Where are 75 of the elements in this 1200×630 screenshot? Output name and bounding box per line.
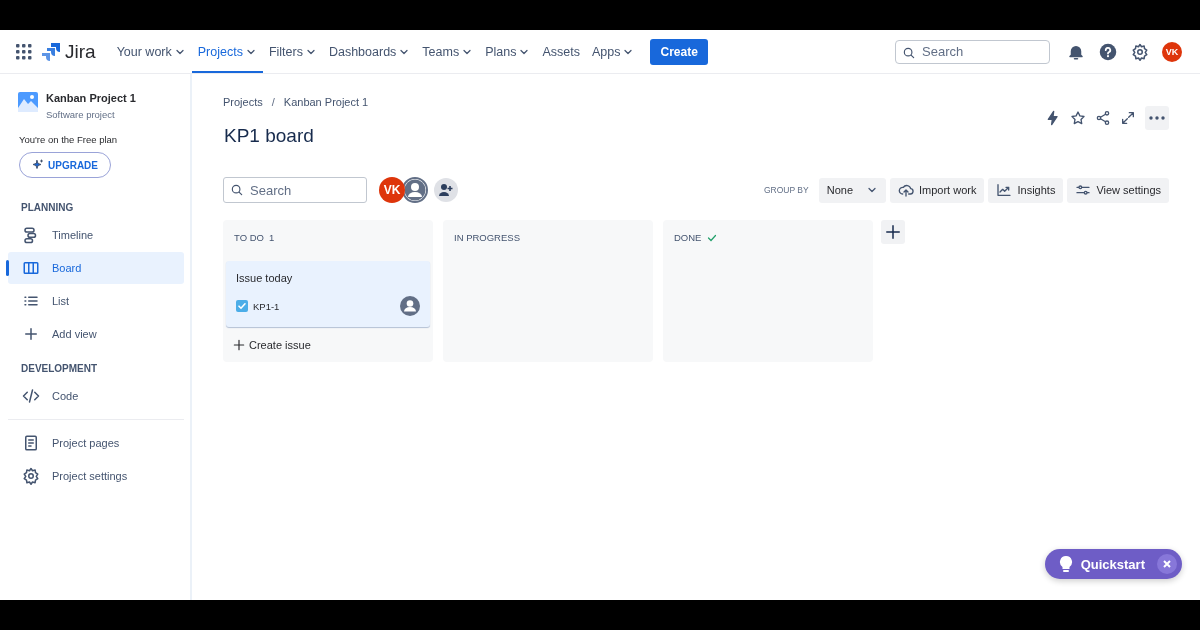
settings-icon [1131, 42, 1149, 61]
breadcrumb-link[interactable]: Projects [223, 96, 263, 108]
add-person-icon[interactable] [434, 178, 458, 202]
plus-icon [232, 338, 246, 352]
sidebar-item[interactable]: Code [8, 380, 184, 412]
help-icon[interactable] [1099, 42, 1117, 61]
code-icon [22, 387, 40, 405]
cloud-upload-icon [898, 182, 914, 198]
lightbulb-icon [1058, 556, 1073, 572]
group-by-dropdown[interactable]: None [818, 177, 886, 203]
project-type: Software project [46, 109, 116, 120]
section-heading: PLANNING [21, 202, 74, 213]
toolbar-button[interactable]: Import work [890, 177, 985, 203]
page-title: KP1 board [224, 125, 315, 147]
group-by-label: GROUP BY [764, 185, 809, 195]
create-issue-button[interactable]: Create issue [232, 338, 311, 352]
nav-menu-item[interactable]: Dashboards [322, 30, 417, 73]
sidebar-item[interactable]: Board [8, 252, 184, 284]
issue-card[interactable]: Issue today KP1-1 [226, 261, 430, 327]
sparkle-icon [32, 159, 44, 171]
app-switcher-icon[interactable] [16, 43, 32, 60]
nav-menu-item[interactable]: Filters [262, 30, 323, 73]
issue-title: Issue today [236, 272, 294, 284]
share-icon [1095, 110, 1111, 126]
column-title: TO DO [234, 232, 264, 243]
line-chart-icon [996, 182, 1013, 198]
sidebar-item[interactable]: Add view [8, 318, 184, 350]
user-avatar[interactable]: VK [379, 177, 405, 203]
project-avatar-icon [18, 92, 38, 112]
user-avatar[interactable]: VK [1162, 41, 1182, 62]
column-title: IN PROGRESS [454, 232, 520, 243]
nav-menu-item[interactable]: Apps [585, 30, 641, 73]
plus-icon [884, 223, 902, 241]
board-icon [22, 259, 40, 277]
person-avatar-icon[interactable] [400, 296, 420, 316]
project-name: Kanban Project 1 [46, 92, 136, 104]
search-field[interactable]: Search [895, 39, 1050, 64]
person-avatar-icon[interactable] [402, 177, 428, 203]
expand-icon [1120, 110, 1136, 126]
lightning-icon [1045, 110, 1061, 126]
issue-count: 1 [268, 232, 275, 243]
plus-icon [22, 325, 40, 343]
sidebar-item[interactable]: Timeline [8, 219, 184, 251]
nav-menu-item[interactable]: Plans [479, 30, 537, 73]
sliders-icon [1075, 182, 1092, 198]
toolbar-button[interactable]: Insights [988, 177, 1064, 203]
breadcrumb-separator: / [271, 96, 275, 108]
nav-menu-item[interactable]: Your work [110, 30, 192, 73]
sidebar-item[interactable]: Project pages [8, 427, 184, 459]
task-type-icon [236, 300, 248, 312]
search-icon [230, 183, 244, 197]
nav-menu-item[interactable]: Projects [191, 30, 263, 73]
sidebar-item[interactable]: List [8, 285, 184, 317]
star-icon [1070, 110, 1086, 126]
nav-menu-item[interactable]: Teams [416, 30, 480, 73]
column-title: DONE [674, 232, 702, 243]
close-icon[interactable] [1157, 554, 1177, 574]
toolbar-button[interactable]: View settings [1067, 177, 1169, 203]
gear-icon [22, 467, 40, 485]
create-button[interactable]: Create [650, 38, 708, 65]
issue-key[interactable]: KP1-1 [253, 300, 280, 312]
page-icon [22, 434, 40, 452]
more-button[interactable] [1145, 106, 1169, 130]
board-search-field[interactable]: Search [223, 177, 367, 203]
quickstart-button[interactable]: Quickstart [1044, 549, 1182, 579]
plan-notice: You're on the Free plan [19, 134, 118, 145]
breadcrumb-link[interactable]: Kanban Project 1 [283, 96, 369, 108]
jira-logo-icon [41, 41, 61, 62]
section-heading: DEVELOPMENT [21, 363, 98, 374]
search-icon [902, 45, 916, 60]
nav-menu-item[interactable]: Assets [536, 30, 586, 73]
more-icon [1149, 116, 1165, 120]
product-name[interactable]: Jira [65, 40, 96, 63]
add-column-button[interactable] [881, 220, 905, 244]
sidebar-item[interactable]: Project settings [8, 460, 184, 492]
